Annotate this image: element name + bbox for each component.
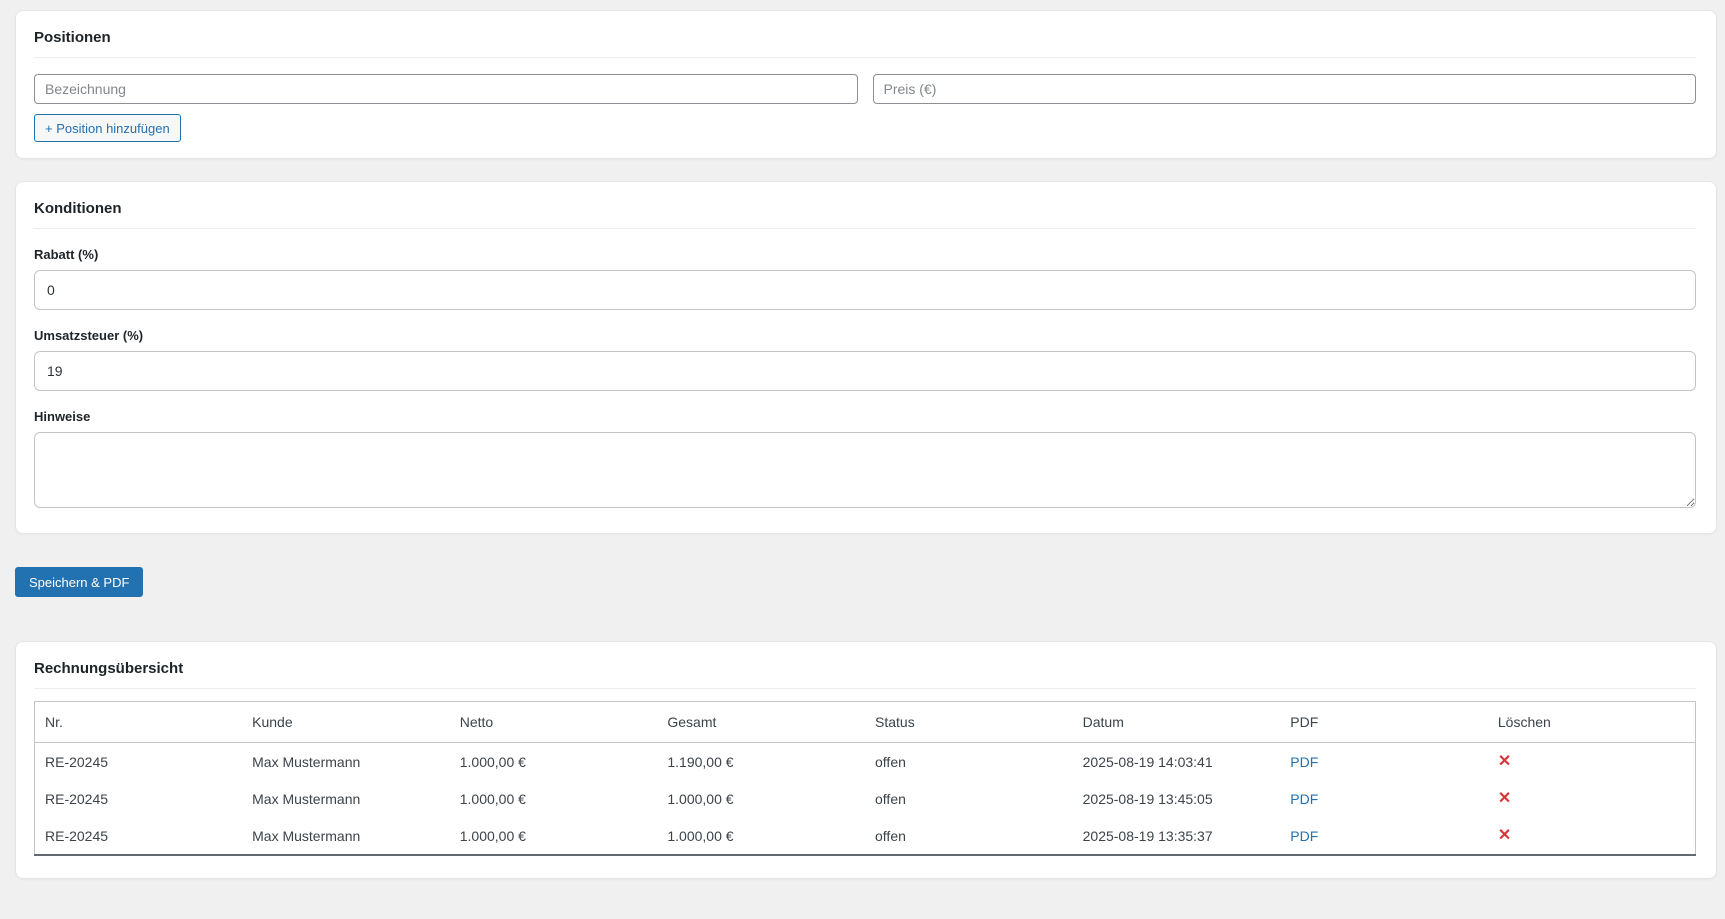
- invoice-datum-cell: 2025-08-19 13:45:05: [1073, 780, 1281, 817]
- pdf-link[interactable]: PDF: [1290, 791, 1318, 807]
- column-header-kunde: Kunde: [242, 702, 450, 743]
- column-header-nr: Nr.: [35, 702, 243, 743]
- save-pdf-button[interactable]: Speichern & PDF: [15, 567, 143, 597]
- invoice-gesamt-cell: 1.000,00 €: [657, 817, 865, 855]
- invoice-kunde-cell: Max Mustermann: [242, 817, 450, 855]
- hinweise-textarea[interactable]: [34, 432, 1696, 508]
- invoice-status-cell: offen: [865, 780, 1073, 817]
- column-header-loeschen: Löschen: [1488, 702, 1696, 743]
- konditionen-card: Konditionen Rabatt (%) Umsatzsteuer (%) …: [15, 181, 1717, 534]
- invoice-datum-cell: 2025-08-19 14:03:41: [1073, 743, 1281, 781]
- column-header-datum: Datum: [1073, 702, 1281, 743]
- invoice-kunde-cell: Max Mustermann: [242, 780, 450, 817]
- invoice-row: RE-20245 Max Mustermann 1.000,00 € 1.000…: [35, 780, 1696, 817]
- pdf-link[interactable]: PDF: [1290, 754, 1318, 770]
- hinweise-label: Hinweise: [34, 409, 1696, 424]
- invoice-netto-cell: 1.000,00 €: [450, 817, 658, 855]
- invoice-row: RE-20245 Max Mustermann 1.000,00 € 1.190…: [35, 743, 1696, 781]
- invoices-title: Rechnungsübersicht: [34, 660, 1696, 689]
- column-header-pdf: PDF: [1280, 702, 1488, 743]
- invoice-gesamt-cell: 1.000,00 €: [657, 780, 865, 817]
- pdf-link[interactable]: PDF: [1290, 828, 1318, 844]
- invoice-gesamt-cell: 1.190,00 €: [657, 743, 865, 781]
- invoice-row: RE-20245 Max Mustermann 1.000,00 € 1.000…: [35, 817, 1696, 855]
- bezeichnung-input[interactable]: [34, 74, 858, 104]
- umsatzsteuer-label: Umsatzsteuer (%): [34, 328, 1696, 343]
- column-header-status: Status: [865, 702, 1073, 743]
- preis-input[interactable]: [873, 74, 1697, 104]
- invoice-netto-cell: 1.000,00 €: [450, 743, 658, 781]
- konditionen-title: Konditionen: [34, 200, 1696, 229]
- rabatt-input[interactable]: [34, 270, 1696, 310]
- page: Positionen + Position hinzufügen Konditi…: [0, 0, 1725, 919]
- invoice-datum-cell: 2025-08-19 13:35:37: [1073, 817, 1281, 855]
- position-input-row: [34, 74, 1696, 104]
- invoice-header-row: Nr. Kunde Netto Gesamt Status Datum PDF …: [35, 702, 1696, 743]
- column-header-gesamt: Gesamt: [657, 702, 865, 743]
- column-header-netto: Netto: [450, 702, 658, 743]
- delete-invoice-icon[interactable]: ✕: [1498, 753, 1511, 770]
- invoice-nr-cell: RE-20245: [35, 780, 243, 817]
- add-position-button[interactable]: + Position hinzufügen: [34, 114, 181, 142]
- invoice-netto-cell: 1.000,00 €: [450, 780, 658, 817]
- invoice-status-cell: offen: [865, 743, 1073, 781]
- invoice-status-cell: offen: [865, 817, 1073, 855]
- invoice-table: Nr. Kunde Netto Gesamt Status Datum PDF …: [34, 701, 1696, 856]
- invoice-nr-cell: RE-20245: [35, 743, 243, 781]
- delete-invoice-icon[interactable]: ✕: [1498, 790, 1511, 807]
- rabatt-label: Rabatt (%): [34, 247, 1696, 262]
- invoice-nr-cell: RE-20245: [35, 817, 243, 855]
- positionen-card: Positionen + Position hinzufügen: [15, 10, 1717, 159]
- invoices-card: Rechnungsübersicht Nr. Kunde Netto Gesam…: [15, 641, 1717, 879]
- invoice-kunde-cell: Max Mustermann: [242, 743, 450, 781]
- delete-invoice-icon[interactable]: ✕: [1498, 827, 1511, 844]
- umsatzsteuer-input[interactable]: [34, 351, 1696, 391]
- positionen-title: Positionen: [34, 29, 1696, 58]
